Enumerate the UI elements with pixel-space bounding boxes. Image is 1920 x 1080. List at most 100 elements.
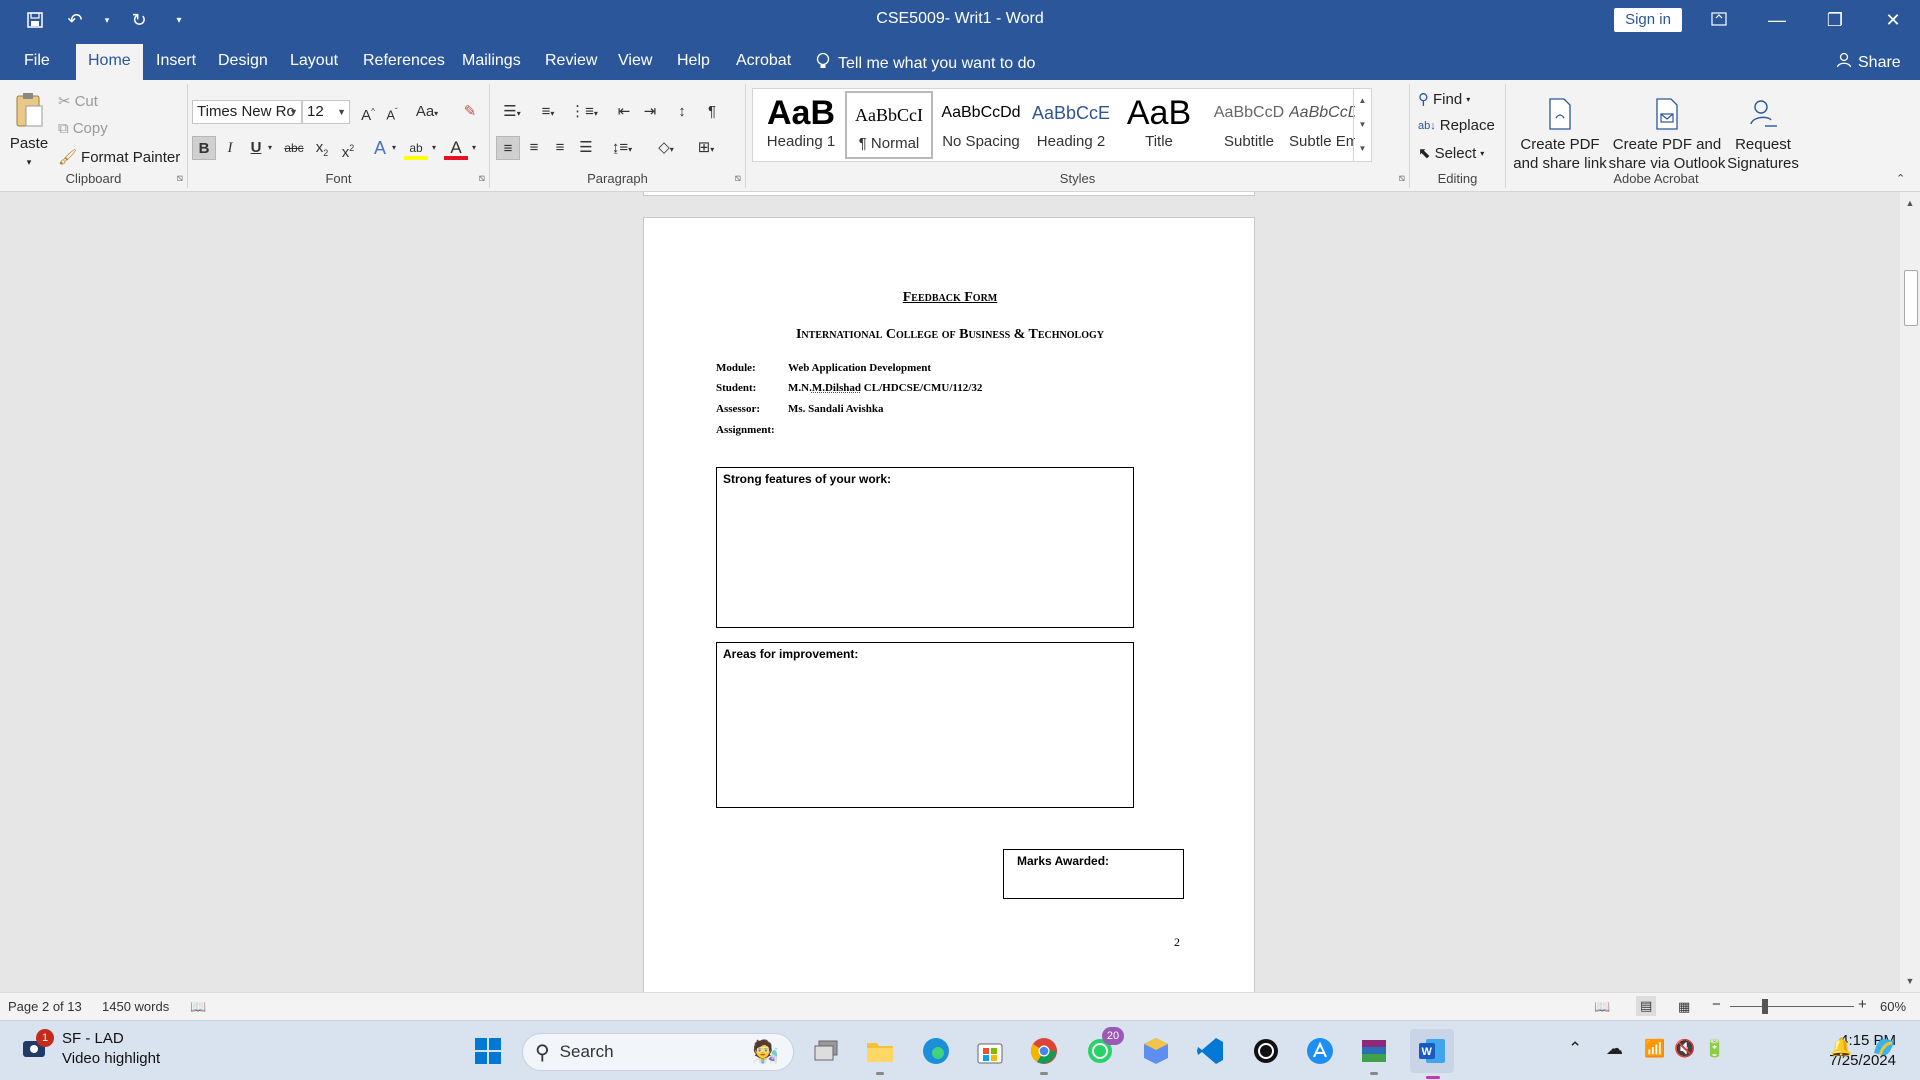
zoom-in-icon[interactable]: + [1858,996,1867,1013]
print-layout-icon[interactable]: ▤ [1636,996,1657,1016]
select-button[interactable]: ⬉ Select ▾ [1418,144,1484,163]
task-view-icon[interactable] [808,1033,844,1069]
3d-viewer-icon[interactable] [1138,1033,1174,1069]
windows-start-icon[interactable] [470,1033,506,1069]
chevron-down-icon[interactable]: ▾ [388,136,400,160]
word-count[interactable]: 1450 words [102,999,169,1014]
cut-button[interactable]: ✂ Cut [58,92,98,111]
style-heading-1[interactable]: AaB Heading 1 [757,91,845,159]
grow-font-icon[interactable]: A^ [356,100,380,124]
ribbon-display-options-icon[interactable] [1704,6,1734,34]
tab-view[interactable]: View [610,48,660,80]
sign-in-button[interactable]: Sign in [1614,8,1682,32]
chevron-up-icon[interactable]: ▲ [1354,89,1371,113]
share-button[interactable]: Share [1836,52,1901,73]
tab-help[interactable]: Help [669,48,718,80]
style-title[interactable]: AaB Title [1115,91,1203,159]
vertical-scrollbar[interactable]: ▲ ▼ [1900,192,1920,992]
chevron-down-icon[interactable]: ▼ [1354,113,1371,137]
file-explorer-icon[interactable] [862,1033,898,1075]
scrollbar-thumb[interactable] [1904,270,1918,326]
align-right-icon[interactable]: ≡ [548,136,572,160]
style-heading-2[interactable]: AaBbCcE Heading 2 [1027,91,1115,159]
highlight-color-icon[interactable]: ab [404,136,428,160]
scroll-down-icon[interactable]: ▼ [1900,972,1920,990]
bell-icon[interactable]: 🔔 [1830,1037,1852,1058]
copilot-icon[interactable] [1870,1033,1898,1066]
font-color-icon[interactable]: A [444,136,468,160]
app-store-icon[interactable] [1302,1033,1338,1069]
tab-acrobat[interactable]: Acrobat [728,48,799,80]
decrease-indent-icon[interactable]: ⇤ [612,100,636,124]
tab-mailings[interactable]: Mailings [454,48,529,80]
bold-button[interactable]: B [192,136,216,160]
shading-icon[interactable]: ◇▾ [650,136,682,160]
dialog-launcher-icon[interactable]: ⧅ [177,173,183,184]
tab-references[interactable]: References [355,48,453,80]
font-name-combo[interactable]: Times New Ro ▼ [192,100,302,124]
wifi-icon[interactable]: 📶 [1644,1039,1665,1059]
chevron-down-icon[interactable]: ▾ [428,136,440,160]
create-pdf-share-link-button[interactable]: Create PDF and share link [1510,94,1610,173]
style-no-spacing[interactable]: AaBbCcDd No Spacing [937,91,1025,159]
tab-home[interactable]: Home [76,44,143,80]
style-subtitle[interactable]: AaBbCcD Subtitle [1205,91,1293,159]
dialog-launcher-icon[interactable]: ⧅ [1399,173,1405,184]
show-hidden-icons[interactable]: ⌃ [1568,1039,1582,1059]
multilevel-list-icon[interactable]: ⋮≡▾ [568,100,600,124]
whatsapp-desktop-icon[interactable] [1248,1033,1284,1069]
zoom-out-icon[interactable]: − [1712,996,1721,1013]
more-styles-icon[interactable]: ▼ [1354,137,1371,161]
copy-button[interactable]: ⧉ Copy [58,120,108,137]
document-page[interactable]: Feedback Form International College of B… [643,217,1255,992]
microsoft-store-icon[interactable] [972,1033,1008,1069]
bullets-icon[interactable]: ☰▾ [496,100,528,124]
chevron-down-icon[interactable]: ▾ [468,136,480,160]
taskbar-search[interactable]: ⚲ Search 🧑‍🔬 [522,1033,794,1071]
notification-widget[interactable]: 1 SF - LAD Video highlight [20,1029,160,1069]
minimize-icon[interactable]: — [1762,6,1792,34]
superscript-button[interactable]: x2 [336,136,360,161]
web-layout-icon[interactable]: ▦ [1678,999,1690,1015]
format-painter-button[interactable]: 🖌 Format Painter [58,148,180,167]
create-pdf-outlook-button[interactable]: Create PDF and share via Outlook [1608,94,1726,173]
page-count[interactable]: Page 2 of 13 [8,999,82,1014]
tab-layout[interactable]: Layout [282,48,346,80]
request-signatures-button[interactable]: Request Signatures [1724,94,1802,173]
line-spacing-icon[interactable]: ↨≡▾ [606,136,638,160]
marks-awarded-box[interactable]: Marks Awarded: [1003,849,1184,899]
style-normal[interactable]: AaBbCcI ¶ Normal [845,91,933,159]
font-size-combo[interactable]: 12 ▼ [302,100,350,124]
tab-file[interactable]: File [16,48,58,80]
numbering-icon[interactable]: ≡▾ [532,100,564,124]
tab-design[interactable]: Design [210,48,276,80]
shrink-font-icon[interactable]: Aˇ [380,100,404,124]
find-button[interactable]: ⚲ Find ▾ [1418,90,1470,109]
volume-muted-icon[interactable]: 🔇 [1674,1039,1695,1059]
align-center-icon[interactable]: ≡ [522,136,546,160]
scroll-up-icon[interactable]: ▲ [1900,194,1920,212]
style-subtle-emphasis[interactable]: AaBbCcDi Subtle Em... [1289,91,1355,159]
dialog-launcher-icon[interactable]: ⧅ [735,173,741,184]
dialog-launcher-icon[interactable]: ⧅ [479,173,485,184]
italic-button[interactable]: I [218,136,242,160]
zoom-slider-thumb[interactable] [1762,999,1768,1014]
battery-icon[interactable]: 🔋 [1704,1039,1725,1059]
whatsapp-icon[interactable]: 20 [1082,1027,1124,1069]
align-left-icon[interactable]: ≡ [496,136,520,160]
clear-formatting-icon[interactable]: ✎ [458,100,482,124]
improvement-box[interactable]: Areas for improvement: [716,642,1134,808]
change-case-button[interactable]: Aa▾ [410,100,444,124]
increase-indent-icon[interactable]: ⇥ [638,100,662,124]
restore-icon[interactable]: ❐ [1820,6,1850,34]
strong-features-box[interactable]: Strong features of your work: [716,467,1134,628]
show-formatting-marks-icon[interactable]: ¶ [700,100,724,124]
chevron-down-icon[interactable]: ▾ [264,136,276,160]
zoom-slider-track[interactable] [1730,1006,1854,1007]
borders-icon[interactable]: ⊞▾ [690,136,722,160]
paste-button[interactable]: Paste ▾ [6,90,52,172]
edge-icon[interactable] [918,1033,954,1069]
close-icon[interactable]: ✕ [1878,6,1908,34]
replace-button[interactable]: ab↓ Replace [1418,117,1495,134]
proofing-icon[interactable]: 📖 [190,999,206,1015]
